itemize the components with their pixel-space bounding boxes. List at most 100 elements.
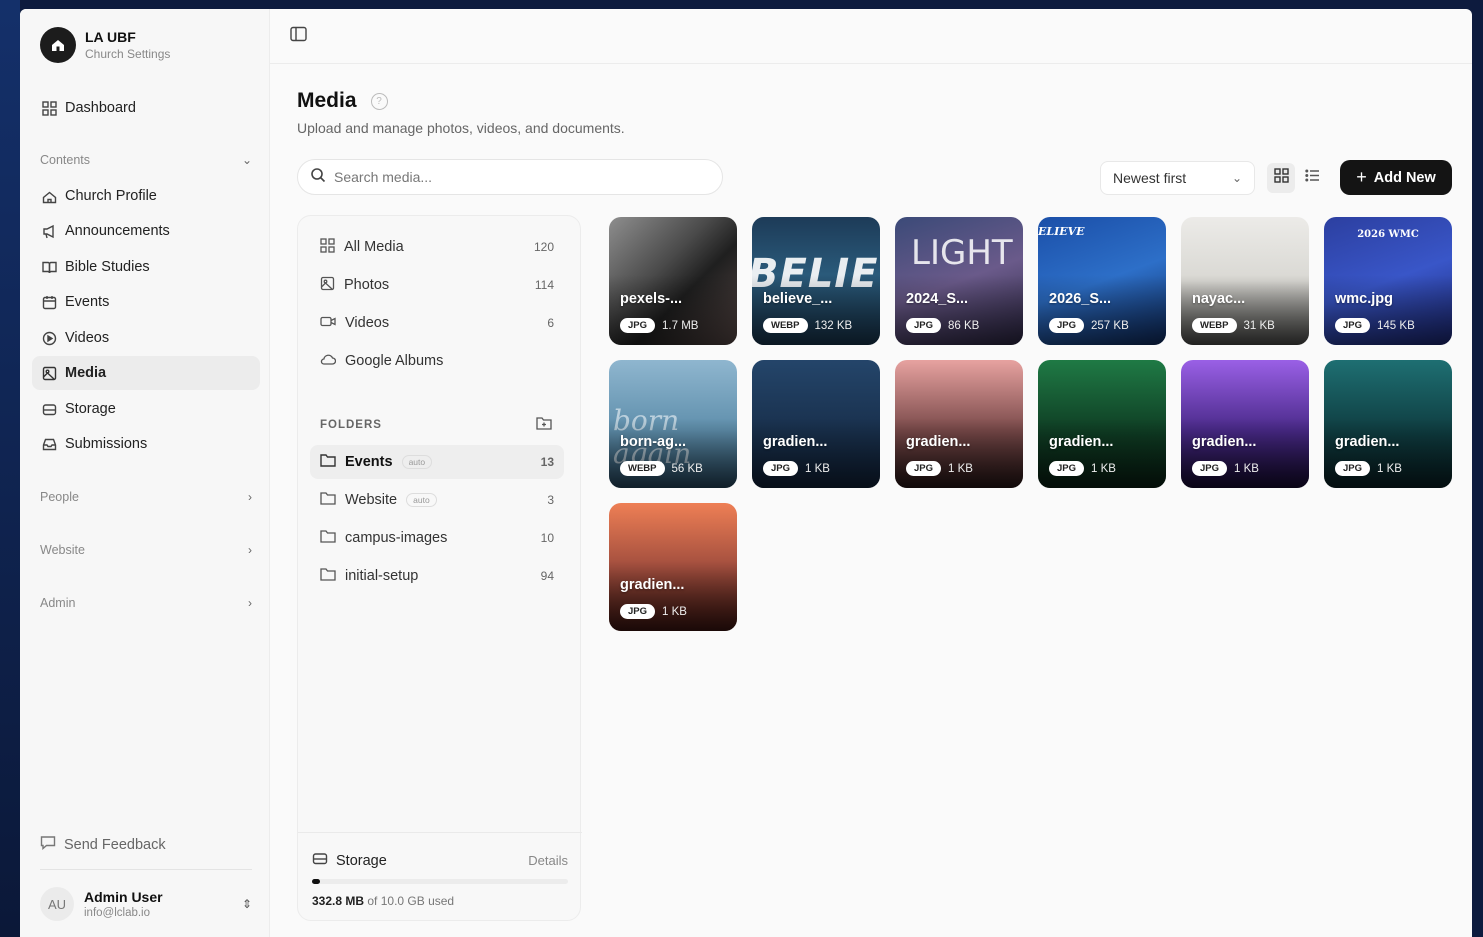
group-label: Admin xyxy=(40,596,76,610)
new-folder-icon[interactable] xyxy=(536,416,552,433)
group-website-toggle[interactable]: Website › xyxy=(40,543,252,557)
media-meta: JPG 257 KB xyxy=(1049,318,1129,333)
group-admin-toggle[interactable]: Admin › xyxy=(40,596,252,610)
help-icon[interactable]: ? xyxy=(370,92,388,110)
nav-media[interactable]: Media xyxy=(32,356,260,390)
filter-count: 6 xyxy=(547,316,554,330)
filter-all-media[interactable]: All Media 120 xyxy=(310,230,564,264)
file-size: 1 KB xyxy=(662,605,687,618)
media-name: gradien... xyxy=(906,434,971,450)
file-type-badge: WEBP xyxy=(620,461,665,476)
chevron-right-icon: › xyxy=(248,490,252,504)
nav-dashboard[interactable]: Dashboard xyxy=(32,91,260,125)
storage-progress-bar xyxy=(312,879,568,884)
org-switcher[interactable]: LA UBF Church Settings xyxy=(40,27,170,63)
media-tile[interactable]: LIGHT 2024_S... JPG 86 KB xyxy=(895,217,1023,345)
media-meta: WEBP 31 KB xyxy=(1192,318,1275,333)
media-tile[interactable]: ELIEVE 2026_S... JPG 257 KB xyxy=(1038,217,1166,345)
group-contents-toggle[interactable]: Contents ⌄ xyxy=(40,153,252,167)
media-tile[interactable]: gradien... JPG 1 KB xyxy=(752,360,880,488)
video-icon xyxy=(320,314,336,333)
file-size: 1 KB xyxy=(1091,462,1116,475)
nav-events[interactable]: Events xyxy=(32,285,260,319)
tile-overlay xyxy=(1181,418,1309,488)
storage-summary: Storage Details 332.8 MB of 10.0 GB used xyxy=(298,832,582,922)
nav-videos[interactable]: Videos xyxy=(32,321,260,355)
user-menu[interactable]: AU Admin User info@lclab.io ⇕ xyxy=(40,887,252,921)
nav-announcements[interactable]: Announcements xyxy=(32,214,260,248)
group-label: People xyxy=(40,490,79,504)
user-name: Admin User xyxy=(84,889,163,905)
media-name: gradien... xyxy=(1049,434,1114,450)
filter-photos[interactable]: Photos 114 xyxy=(310,268,564,302)
nav-bible-studies[interactable]: Bible Studies xyxy=(32,250,260,284)
group-people-toggle[interactable]: People › xyxy=(40,490,252,504)
tile-overlay xyxy=(752,418,880,488)
nav-submissions[interactable]: Submissions xyxy=(32,427,260,461)
media-meta: JPG 1 KB xyxy=(906,461,973,476)
file-type-badge: JPG xyxy=(906,318,942,333)
filter-videos[interactable]: Videos 6 xyxy=(310,306,564,340)
media-tile[interactable]: gradien... JPG 1 KB xyxy=(1324,360,1452,488)
storage-details-link[interactable]: Details xyxy=(528,853,568,868)
grid-icon xyxy=(320,237,335,257)
chevron-down-icon: ⌄ xyxy=(241,153,252,167)
file-type-badge: WEBP xyxy=(1192,318,1237,333)
storage-icon xyxy=(41,401,57,417)
group-label: Website xyxy=(40,543,85,557)
nav-storage[interactable]: Storage xyxy=(32,392,260,426)
media-tile[interactable]: 2026 WMC wmc.jpg JPG 145 KB xyxy=(1324,217,1452,345)
search-box xyxy=(297,159,723,195)
nav-church-profile[interactable]: Church Profile xyxy=(32,179,260,213)
media-name: born-ag... xyxy=(620,434,687,450)
media-tile[interactable]: gradien... JPG 1 KB xyxy=(895,360,1023,488)
folder-website[interactable]: Website auto 3 xyxy=(310,483,564,517)
filter-google-albums[interactable]: Google Albums xyxy=(310,344,564,378)
media-name: wmc.jpg xyxy=(1335,291,1394,307)
file-size: 145 KB xyxy=(1377,319,1415,332)
media-tile[interactable]: nayac... WEBP 31 KB xyxy=(1181,217,1309,345)
folder-events[interactable]: Events auto 13 xyxy=(310,445,564,479)
folder-campus-images[interactable]: campus-images 10 xyxy=(310,521,564,555)
media-meta: WEBP 132 KB xyxy=(763,318,852,333)
filter-label: Photos xyxy=(344,277,390,293)
folder-count: 94 xyxy=(540,569,554,583)
sidebar-toggle-icon[interactable] xyxy=(290,26,307,47)
folder-label: campus-images xyxy=(345,530,448,546)
media-tile[interactable]: born againborn-ag...WEBP56 KB xyxy=(609,360,737,488)
chevron-up-down-icon: ⇕ xyxy=(241,897,252,911)
nav-label: Announcements xyxy=(65,223,170,239)
avatar: AU xyxy=(40,887,74,921)
chevron-down-icon: ⌄ xyxy=(1231,171,1242,185)
filter-count: 114 xyxy=(534,278,554,292)
auto-badge: auto xyxy=(406,493,437,507)
media-tile[interactable]: gradien... JPG 1 KB xyxy=(1038,360,1166,488)
send-feedback-button[interactable]: Send Feedback xyxy=(40,835,166,854)
media-tile[interactable]: gradien... JPG 1 KB xyxy=(609,503,737,631)
megaphone-icon xyxy=(41,223,57,239)
media-name: believe_... xyxy=(763,291,833,307)
file-size: 1 KB xyxy=(948,462,973,475)
media-meta: JPG 1 KB xyxy=(1049,461,1116,476)
sort-select[interactable]: Newest first ⌄ xyxy=(1100,161,1255,195)
media-tile[interactable]: BELIEVEbelieve_...WEBP132 KB xyxy=(752,217,880,345)
storage-used: 332.8 MB xyxy=(312,894,365,908)
search-input[interactable] xyxy=(334,169,694,185)
list-view-button[interactable] xyxy=(1298,163,1326,193)
grid-view-button[interactable] xyxy=(1267,163,1295,193)
media-name: pexels-... xyxy=(620,291,683,307)
church-logo-icon xyxy=(40,27,76,63)
org-subtitle: Church Settings xyxy=(85,47,171,61)
media-meta: JPG 145 KB xyxy=(1335,318,1415,333)
media-name: gradien... xyxy=(1335,434,1400,450)
media-tile[interactable]: gradien... JPG 1 KB xyxy=(1181,360,1309,488)
folder-icon xyxy=(320,491,336,509)
media-tile[interactable]: pexels-... JPG 1.7 MB xyxy=(609,217,737,345)
folder-initial-setup[interactable]: initial-setup 94 xyxy=(310,559,564,593)
file-size: 86 KB xyxy=(948,319,980,332)
media-name: 2026_S... xyxy=(1049,291,1112,307)
nav-label: Media xyxy=(65,365,107,381)
add-new-button[interactable]: + Add New xyxy=(1340,160,1452,195)
media-meta: WEBP 56 KB xyxy=(620,461,703,476)
file-type-badge: WEBP xyxy=(763,318,808,333)
